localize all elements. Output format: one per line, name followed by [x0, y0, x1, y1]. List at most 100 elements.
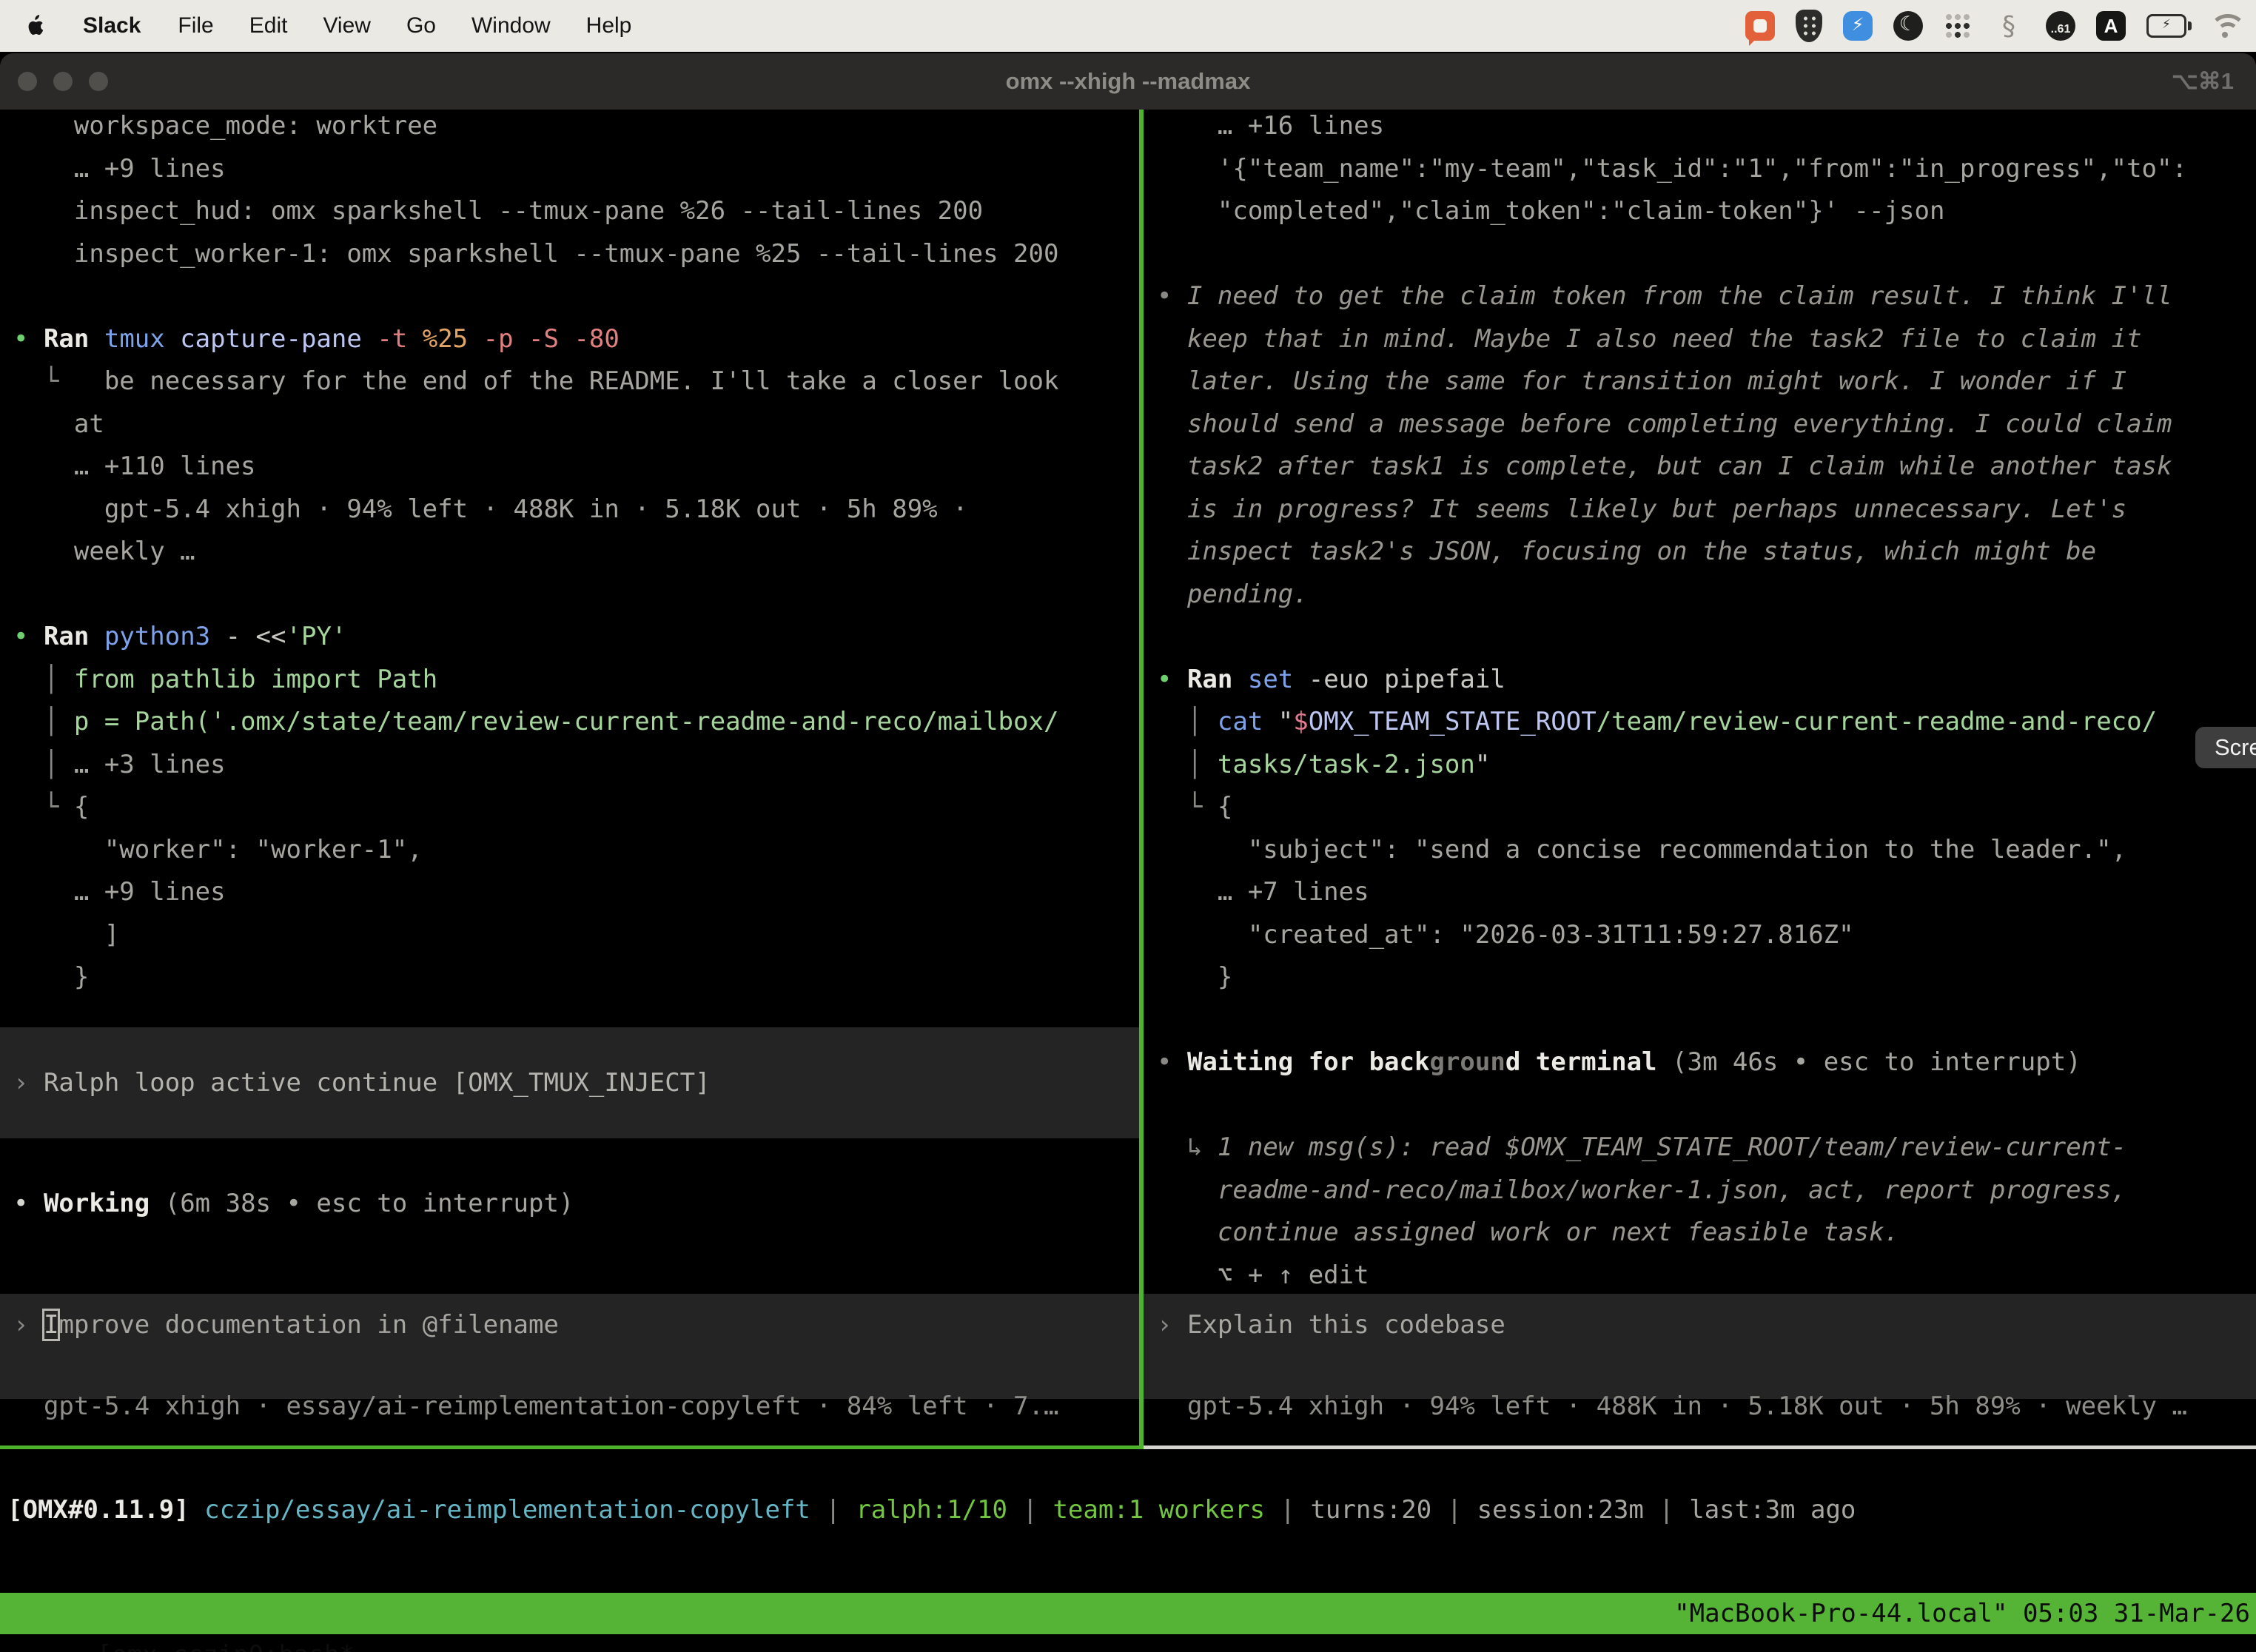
blank-line: [1144, 233, 2256, 276]
terminal-line: │ cat "$OMX_TEAM_STATE_ROOT/team/review-…: [1144, 701, 2256, 744]
wifi-icon[interactable]: [2207, 13, 2241, 39]
text-segment: be necessary for the end of the README. …: [104, 366, 1059, 396]
squiggle-icon[interactable]: [1993, 10, 2025, 42]
menu-item-help[interactable]: Help: [568, 13, 650, 38]
chat-icon[interactable]: [1745, 11, 1775, 41]
menu-item-go[interactable]: Go: [389, 13, 454, 38]
text-segment: |: [1431, 1495, 1477, 1525]
menu-item-edit[interactable]: Edit: [232, 13, 306, 38]
text-segment: OMX_TEAM_STATE_ROOT: [1309, 707, 1597, 736]
text-segment: -p -S -80: [483, 324, 620, 354]
text-segment: from pathlib import Path: [74, 665, 437, 694]
terminal-line: }: [1144, 956, 2256, 999]
text-segment: … +16 lines: [1157, 111, 1384, 141]
window-title: omx --xhigh --madmax: [0, 53, 2256, 110]
terminal-line: weekly …: [0, 531, 1139, 574]
terminal-line: … +9 lines: [0, 148, 1139, 191]
text-segment: |: [1644, 1495, 1689, 1525]
text-segment: mprove documentation in @filename: [58, 1310, 559, 1340]
text-segment: pending.: [1157, 580, 1309, 609]
text-segment: ›: [13, 1068, 44, 1098]
text-segment: "subject": "send a concise recommendatio…: [1157, 835, 2126, 864]
terminal-line: inspect_worker-1: omx sparkshell --tmux-…: [0, 233, 1139, 276]
text-segment: session:23m: [1477, 1495, 1644, 1525]
dots-grid-icon[interactable]: [1944, 12, 1972, 40]
text-segment: should send a message before completing …: [1157, 409, 2172, 439]
terminal-line: inspect_hud: omx sparkshell --tmux-pane …: [0, 190, 1139, 233]
left-pane[interactable]: workspace_mode: worktree … +9 lines insp…: [0, 110, 1139, 1449]
crescent-icon[interactable]: [1893, 11, 1923, 41]
text-segment: workspace_mode: worktree: [13, 111, 437, 141]
text-segment: weekly …: [13, 537, 195, 566]
badge61-icon[interactable]: ..61: [2046, 11, 2075, 41]
terminal-line: later. Using the same for transition mig…: [1144, 360, 2256, 403]
text-segment: [OMX#0.11.9]: [7, 1495, 204, 1525]
text-segment: last:3m ago: [1689, 1495, 1856, 1525]
text-segment: •: [13, 1189, 44, 1218]
text-segment: •: [13, 324, 44, 354]
text-segment: inspect task2's JSON, focusing on the st…: [1157, 537, 2096, 566]
text-segment: … +9 lines: [13, 154, 226, 184]
left-composer-input[interactable]: › Improve documentation in @filename: [0, 1294, 1139, 1399]
terminal-line: └ {: [1144, 786, 2256, 829]
text-segment: "created_at": "2026-03-31T11:59:27.816Z": [1157, 920, 1854, 950]
text-segment: ": [1475, 750, 1490, 779]
terminal-line: … +16 lines: [1144, 110, 2256, 148]
text-segment: |: [1007, 1495, 1053, 1525]
text-segment: set: [1248, 665, 1309, 694]
terminal-line: at: [0, 403, 1139, 446]
text-segment: •: [1157, 281, 1187, 311]
blank-line: [0, 275, 1139, 318]
right-model-status-line: gpt-5.4 xhigh · 94% left · 488K in · 5.1…: [1144, 1386, 2256, 1428]
text-segment: │: [1157, 707, 1218, 736]
terminal-line: should send a message before completing …: [1144, 403, 2256, 446]
menu-item-slack[interactable]: Slack: [64, 13, 160, 38]
text-segment: inspect_hud: omx sparkshell --tmux-pane …: [13, 196, 983, 226]
terminal-content: workspace_mode: worktree … +9 lines insp…: [0, 110, 2256, 1652]
text-segment: Ran: [44, 622, 104, 651]
text-segment: 1 new msg(s): read $OMX_TEAM_STATE_ROOT/…: [1218, 1132, 2126, 1162]
text-segment: p = Path('.omx/state/team/review-current…: [74, 707, 1059, 736]
text-segment: cczip/essay/ai-reimplementation-copyleft: [204, 1495, 810, 1525]
text-segment: I need to get the claim token from the c…: [1187, 281, 2172, 311]
tmux-status-bar: [omx-cczip0:bash* "MacBook-Pro-44.local"…: [0, 1593, 2256, 1634]
text-segment: |: [810, 1495, 856, 1525]
text-segment: team:1 workers: [1053, 1495, 1265, 1525]
battery-icon[interactable]: [2146, 14, 2186, 38]
window-titlebar[interactable]: omx --xhigh --madmax ⌥⌘1: [0, 53, 2256, 110]
text-segment: … +110 lines: [13, 451, 256, 481]
shield-icon[interactable]: [1796, 10, 1822, 42]
text-segment: /team/review-current-readme-and-reco/: [1597, 707, 2157, 736]
menu-item-window[interactable]: Window: [454, 13, 568, 38]
right-pane-bottom-border: [1144, 1446, 2256, 1449]
right-composer-input[interactable]: › Explain this codebase: [1144, 1294, 2256, 1399]
text-segment: "completed","claim_token":"claim-token"}…: [1157, 196, 1944, 226]
bolt-icon[interactable]: [1843, 11, 1873, 41]
text-segment: -t: [377, 324, 422, 354]
text-segment: ": [1278, 707, 1293, 736]
right-pane[interactable]: … +16 lines '{"team_name":"my-team","tas…: [1144, 110, 2256, 1449]
text-segment: •: [1157, 1047, 1187, 1077]
terminal-line: │ … +3 lines: [0, 744, 1139, 787]
text-segment: capture-pane: [180, 324, 377, 354]
terminal-line: ⌥ + ↑ edit: [1144, 1255, 2256, 1297]
tmux-session-label[interactable]: [omx-cczip0:bash*: [97, 1640, 355, 1652]
text-segment: └: [13, 792, 74, 822]
apple-menu-icon[interactable]: [0, 15, 64, 37]
terminal-line: … +110 lines: [0, 446, 1139, 488]
text-segment: Working: [44, 1189, 165, 1218]
text-segment: {: [74, 792, 89, 822]
a-square-icon[interactable]: A: [2096, 11, 2126, 41]
text-segment: … +3 lines: [74, 750, 226, 779]
text-segment: groun: [1429, 1047, 1505, 1077]
text-segment: inspect_worker-1: omx sparkshell --tmux-…: [13, 239, 1058, 269]
terminal-line: readme-and-reco/mailbox/worker-1.json, a…: [1144, 1169, 2256, 1212]
text-segment: •: [13, 622, 44, 651]
menu-item-view[interactable]: View: [305, 13, 388, 38]
text-segment: |: [1265, 1495, 1310, 1525]
badge61-icon-label: ..61: [2051, 23, 2071, 36]
text-segment: is in progress? It seems likely but perh…: [1157, 494, 2126, 524]
text-segment: └: [13, 366, 104, 396]
terminal-line: • Waiting for background terminal (3m 46…: [1144, 1041, 2256, 1084]
menu-item-file[interactable]: File: [160, 13, 231, 38]
